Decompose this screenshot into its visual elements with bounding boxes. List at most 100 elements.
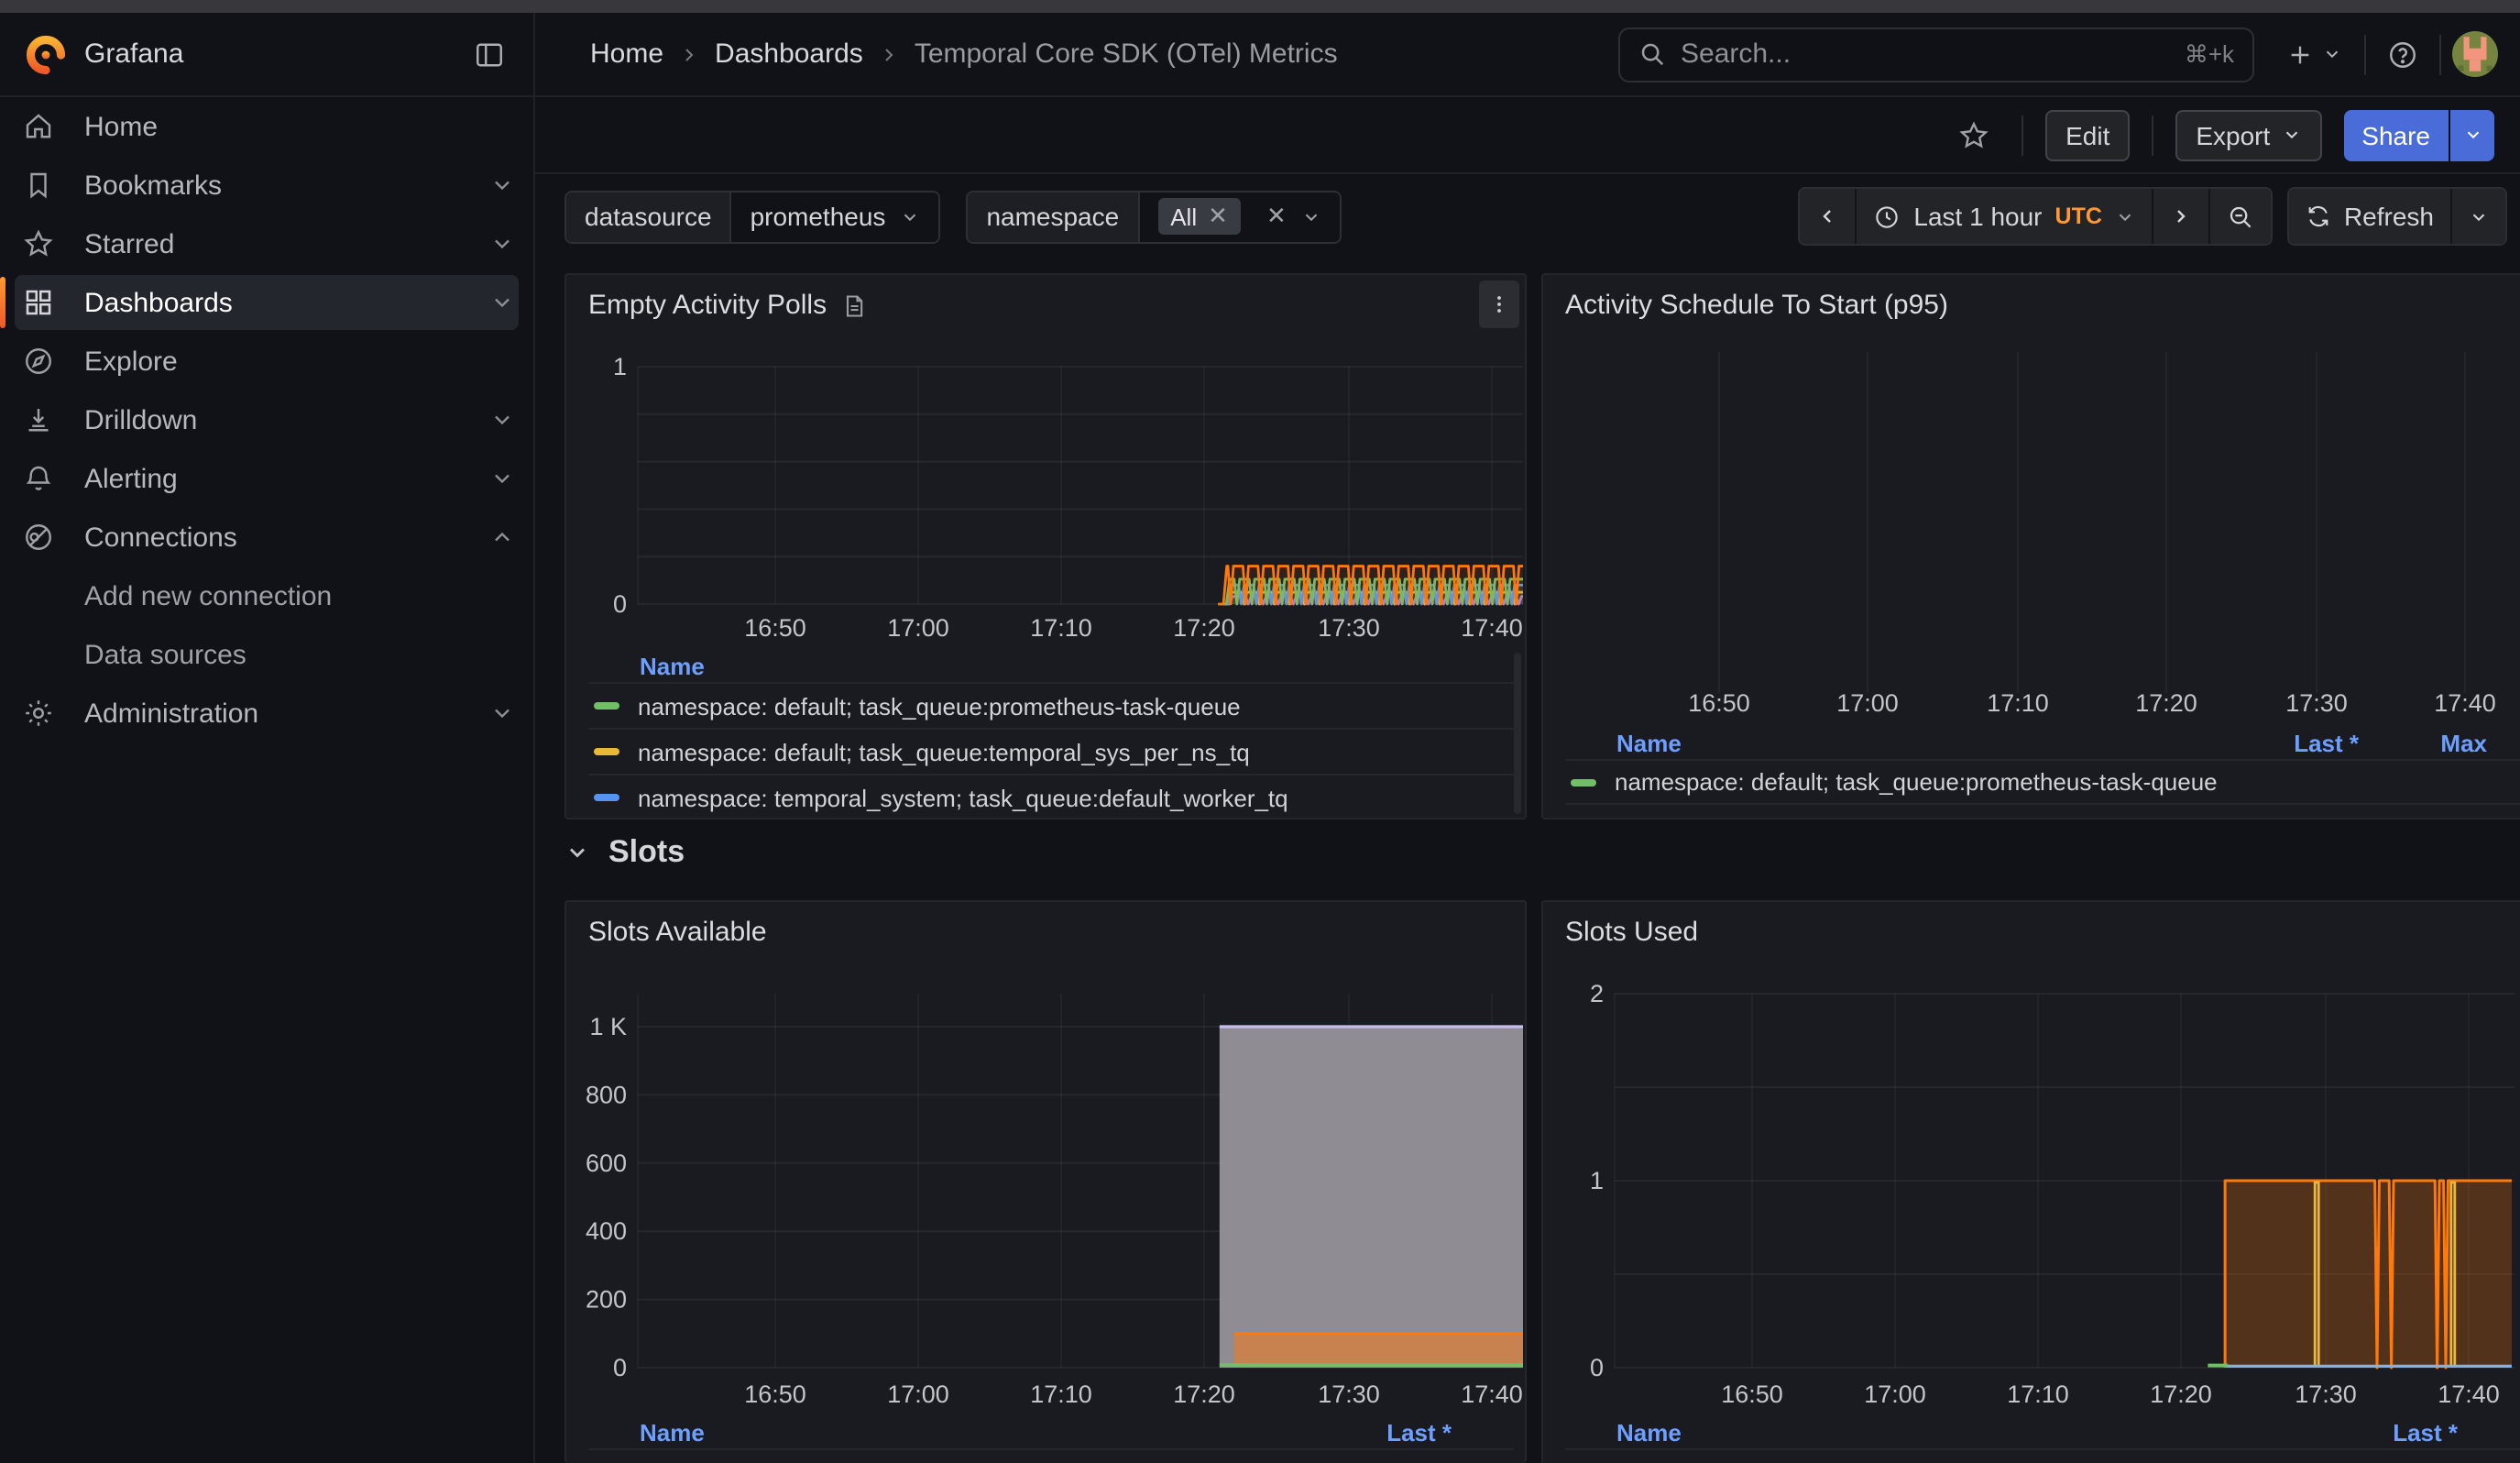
legend-row[interactable]: namespace: default; task_queue:prometheu… [1565,1448,2520,1463]
panel-description-icon[interactable] [841,292,867,318]
svg-text:1: 1 [613,353,627,380]
chevron-down-icon[interactable] [489,700,515,726]
svg-text:17:30: 17:30 [1318,1380,1380,1408]
legend-header-name[interactable]: Name [1565,1418,2311,1446]
grafana-logo[interactable] [26,34,66,74]
add-new-button[interactable] [2273,28,2353,80]
chevron-down-icon [2462,125,2482,145]
chevron-down-icon[interactable] [489,172,515,198]
sidebar: Home Bookmarks Starred [0,97,535,1463]
sidebar-item-administration[interactable]: Administration [0,684,533,742]
sidebar-item-connections[interactable]: Connections [0,508,533,566]
chevron-right-icon [678,43,700,65]
search-input[interactable]: Search... ⌘+k [1618,27,2254,82]
namespace-chip[interactable]: All ✕ [1157,198,1241,235]
namespace-select[interactable]: All ✕ ✕ [1137,192,1340,241]
sidebar-item-drilldown[interactable]: Drilldown [0,390,533,449]
zoom-out-button[interactable] [2210,189,2271,244]
panel-title[interactable]: Slots Available [588,917,767,948]
svg-text:17:10: 17:10 [1987,689,2049,717]
star-dashboard-icon[interactable] [1948,109,2000,160]
chevron-down-icon[interactable] [489,231,515,257]
sidebar-item-label: Administration [84,698,489,729]
namespace-value: All [1170,203,1197,230]
time-controls: Last 1 hour UTC [1798,187,2507,246]
dashboard-toolbar: Edit Export Share [535,97,2520,174]
svg-text:17:20: 17:20 [1173,614,1235,642]
legend-header-name[interactable]: Name [1565,729,2194,756]
edit-button[interactable]: Edit [2045,109,2130,160]
sidebar-item-label: Connections [84,522,489,553]
breadcrumb-dashboards[interactable]: Dashboards [715,38,863,70]
chevron-up-icon[interactable] [489,524,515,550]
search-shortcut: ⌘+k [2185,39,2234,69]
sidebar-toggle-icon[interactable] [464,28,515,80]
chevron-down-icon[interactable] [489,466,515,491]
svg-text:200: 200 [586,1286,627,1314]
svg-text:0: 0 [613,1354,627,1381]
sidebar-item-bookmarks[interactable]: Bookmarks [0,156,533,214]
svg-text:0: 0 [1590,1354,1604,1381]
legend-header-max[interactable]: Max [2359,729,2487,756]
time-range-label: Last 1 hour [1913,202,2042,231]
chevron-down-icon[interactable] [489,290,515,315]
sidebar-item-explore[interactable]: Explore [0,332,533,390]
chevron-down-icon[interactable] [489,407,515,433]
sidebar-item-starred[interactable]: Starred [0,214,533,273]
legend-header-last[interactable]: Last * [1305,1418,1452,1446]
legend-header-name[interactable]: Name [588,1418,1305,1446]
panel-title[interactable]: Empty Activity Polls [588,290,827,321]
legend-row[interactable]: namespace: default; task_queue:prometheu… [1565,759,2520,805]
legend-row[interactable]: namespace: default; task_queue:temporal_… [588,728,1514,774]
svg-text:17:40: 17:40 [2438,1380,2500,1408]
chevron-right-icon [878,43,900,65]
panel-legend: Name Last * namespace: default; task_que… [588,1415,1514,1463]
legend-header-name[interactable]: Name [588,652,1514,679]
breadcrumb-home[interactable]: Home [590,38,663,70]
gear-icon [22,697,55,730]
panel-title[interactable]: Slots Used [1565,917,1698,948]
timeseries-chart[interactable]: 16:5017:0017:1017:2017:3017:401 K8006004… [566,902,1527,1463]
legend-row[interactable]: namespace: default; task_queue:prometheu… [588,1448,1514,1463]
panel-menu-button[interactable] [1479,280,1519,328]
breadcrumb: Home Dashboards Temporal Core SDK (OTel)… [590,38,1338,70]
refresh-interval-dropdown[interactable] [2452,189,2505,244]
close-icon[interactable]: ✕ [1208,202,1228,231]
nav-center-section: Home Dashboards Temporal Core SDK (OTel)… [535,13,2520,95]
sidebar-subitem-label: Add new connection [84,580,332,611]
svg-text:600: 600 [586,1150,627,1177]
clear-all-icon[interactable]: ✕ [1266,202,1287,231]
sidebar-item-alerting[interactable]: Alerting [0,449,533,508]
refresh-button[interactable]: Refresh [2289,189,2452,244]
export-button[interactable]: Export [2175,109,2321,160]
datasource-select[interactable]: prometheus [730,192,939,241]
divider [2364,34,2366,74]
legend-header-last[interactable]: Last * [2311,1418,2458,1446]
time-shift-back-button[interactable] [1800,189,1857,244]
sidebar-item-home[interactable]: Home [0,97,533,156]
panel-title[interactable]: Activity Schedule To Start (p95) [1565,290,1948,321]
row-slots-toggle[interactable]: Slots [564,834,685,871]
home-icon [22,110,55,143]
legend-row[interactable]: namespace: temporal_system; task_queue:d… [588,774,1514,820]
timeseries-chart[interactable]: 16:5017:0017:1017:2017:3017:40210 [1543,902,2520,1463]
sidebar-item-dashboards[interactable]: Dashboards [0,273,533,332]
panel-slots-available: Slots Available 16:5017:0017:1017:2017:3… [564,900,1527,1463]
legend-scrollbar[interactable] [1514,653,1521,814]
svg-text:17:40: 17:40 [1461,1380,1523,1408]
time-range-picker[interactable]: Last 1 hour UTC [1857,189,2153,244]
sidebar-item-add-new-connection[interactable]: Add new connection [0,566,533,625]
share-button[interactable]: Share [2343,109,2449,160]
series-name: namespace: default; task_queue:prometheu… [638,1458,1241,1463]
share-dropdown-button[interactable] [2450,109,2494,160]
timezone-label: UTC [2055,204,2102,229]
user-avatar[interactable] [2452,31,2498,77]
clock-icon [1873,203,1901,230]
time-shift-forward-button[interactable] [2153,189,2210,244]
svg-text:17:30: 17:30 [2295,1380,2357,1408]
legend-header-last[interactable]: Last * [2194,729,2359,756]
help-icon[interactable] [2377,28,2428,80]
svg-text:17:20: 17:20 [2135,689,2197,717]
legend-row[interactable]: namespace: default; task_queue:prometheu… [588,682,1514,728]
sidebar-item-data-sources[interactable]: Data sources [0,625,533,684]
